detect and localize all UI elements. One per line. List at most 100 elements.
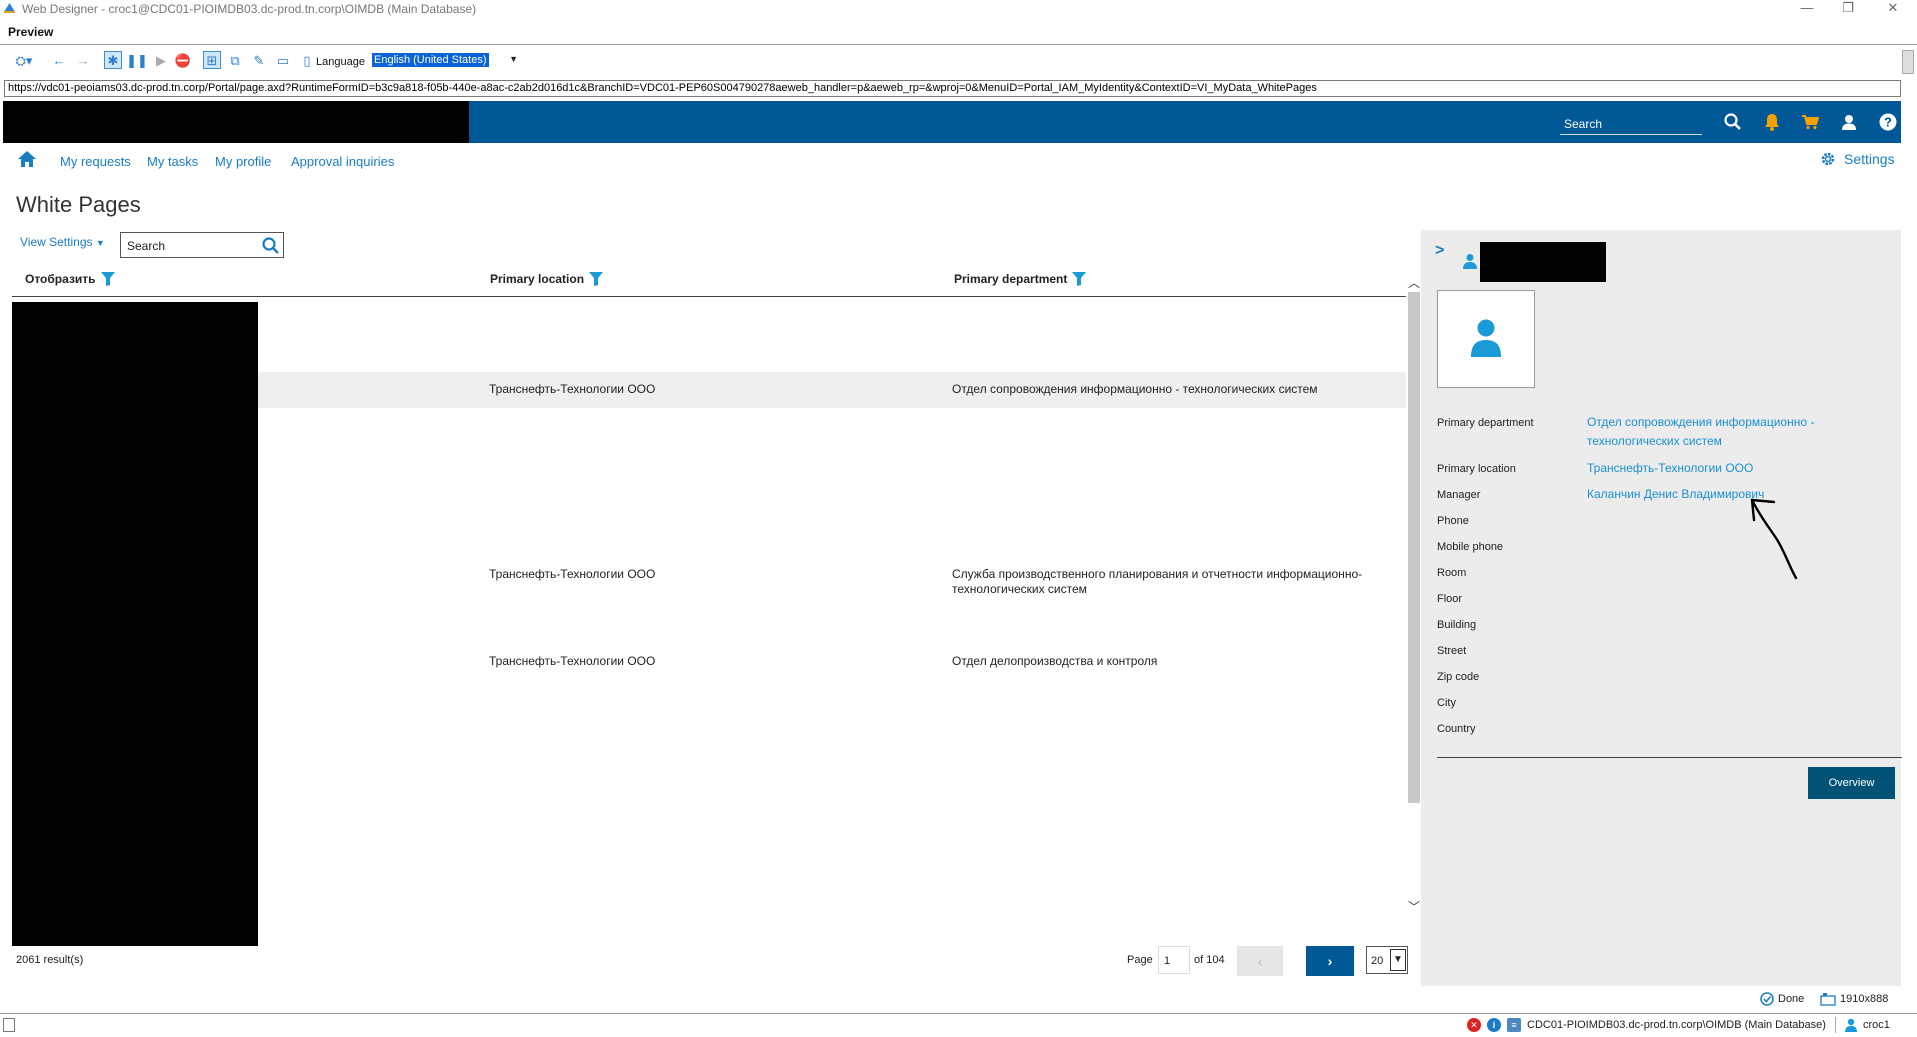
window-titlebar: Web Designer - croc1@CDC01-PIOIMDB03.dc-…	[0, 0, 1917, 18]
value-primary-location[interactable]: Транснефть-Технологии ООО	[1587, 459, 1753, 478]
inspect-icon[interactable]: ⧉	[226, 51, 244, 69]
bell-icon[interactable]	[1761, 111, 1783, 133]
info-icon[interactable]: i	[1487, 1018, 1501, 1032]
settings-label: Settings	[1844, 151, 1895, 167]
minimize-button[interactable]: —	[1792, 0, 1822, 18]
label-building: Building	[1437, 619, 1477, 631]
panel-divider	[1437, 757, 1902, 758]
column-label: Primary location	[490, 272, 585, 286]
restore-button[interactable]: ❐	[1833, 0, 1863, 18]
language-select[interactable]: English (United States) ▼	[372, 53, 518, 69]
label-mobile-phone: Mobile phone	[1437, 541, 1504, 553]
header-search-input[interactable]: Search	[1560, 111, 1702, 135]
nav-approval-inquiries[interactable]: Approval inquiries	[291, 154, 394, 169]
home-icon[interactable]	[17, 150, 37, 168]
next-page-button[interactable]: ›	[1306, 946, 1354, 976]
debug-icon[interactable]: ✱	[104, 51, 122, 69]
forward-icon[interactable]: →	[74, 51, 92, 69]
scroll-thumb[interactable]	[1408, 292, 1420, 803]
grid-scrollbar[interactable]: ︿ ﹀	[1407, 272, 1421, 916]
browser-menu-icon[interactable]: ⛭▾	[10, 51, 38, 69]
collapse-panel-icon[interactable]: >	[1435, 242, 1444, 260]
table-cell-department[interactable]: Отдел делопроизводства и контроля	[952, 654, 1392, 669]
value-primary-department[interactable]: Отдел сопровождения информационно - техн…	[1587, 413, 1837, 451]
document-icon	[3, 1018, 15, 1032]
table-cell-location[interactable]: Транснефть-Технологии ООО	[489, 382, 655, 397]
cart-icon[interactable]	[1799, 111, 1821, 133]
desktop-icon[interactable]: ▭	[274, 51, 292, 69]
caret-down-icon: ▼	[95, 238, 105, 248]
page-title: White Pages	[16, 192, 141, 217]
pause-icon[interactable]: ❚❚	[126, 51, 148, 69]
close-button[interactable]: ✕	[1878, 0, 1908, 18]
search-icon[interactable]	[1722, 111, 1744, 133]
divider	[1834, 1017, 1836, 1033]
page-number-input[interactable]: 1	[1158, 946, 1190, 974]
nav-my-tasks[interactable]: My tasks	[147, 154, 198, 169]
filter-icon[interactable]	[100, 272, 115, 286]
scroll-up-icon[interactable]: ︿	[1407, 274, 1421, 290]
error-icon[interactable]: ✕	[1467, 1018, 1481, 1032]
status-done: Done	[1760, 992, 1804, 1006]
chevron-down-icon: ▼	[1390, 949, 1406, 971]
connection-label: CDC01-PIOIMDB03.dc-prod.tn.corp\OIMDB (M…	[1527, 1019, 1826, 1031]
column-header-location[interactable]: Primary location	[490, 272, 604, 286]
grid-search-input[interactable]: Search	[120, 232, 284, 258]
label-country: Country	[1437, 723, 1476, 735]
page-total: of 104	[1194, 954, 1225, 966]
page-size-value: 20	[1371, 955, 1384, 967]
redacted-logo	[3, 101, 469, 143]
search-placeholder: Search	[127, 239, 166, 253]
url-bar[interactable]: https://vdc01-peoiams03.dc-prod.tn.corp/…	[4, 80, 1901, 97]
status-done-label: Done	[1778, 993, 1805, 1005]
nav-my-requests[interactable]: My requests	[60, 154, 131, 169]
settings-link[interactable]: Settings	[1820, 151, 1895, 167]
dropdown-arrow-icon: ▼	[509, 54, 518, 64]
page-size-select[interactable]: 20 ▼	[1366, 946, 1408, 974]
column-label: Отобразить	[25, 272, 96, 286]
label-manager: Manager	[1437, 489, 1481, 501]
label-floor: Floor	[1437, 593, 1463, 605]
column-header-department[interactable]: Primary department	[954, 272, 1087, 286]
table-cell-location[interactable]: Транснефть-Технологии ООО	[489, 654, 655, 669]
table-cell-location[interactable]: Транснефть-Технологии ООО	[489, 567, 655, 582]
back-icon[interactable]: ←	[50, 51, 68, 69]
scroll-down-icon[interactable]: ﹀	[1407, 898, 1421, 914]
label-primary-department: Primary department	[1437, 417, 1534, 429]
status-bar-right: ✕ i ≡ CDC01-PIOIMDB03.dc-prod.tn.corp\OI…	[1467, 1017, 1890, 1033]
user-label: croc1	[1862, 1019, 1890, 1031]
select-element-icon[interactable]: ⊞	[203, 51, 221, 69]
mobile-icon[interactable]: ▯	[298, 51, 316, 69]
user-icon	[1844, 1018, 1857, 1032]
overview-button[interactable]: Overview	[1808, 767, 1895, 799]
edit-icon[interactable]: ✎	[250, 51, 268, 69]
header-divider	[12, 296, 1406, 297]
app-icon	[4, 3, 15, 13]
value-manager[interactable]: Каланчин Денис Владимирович	[1587, 485, 1764, 504]
divider	[0, 44, 1917, 45]
help-icon[interactable]: ?	[1877, 111, 1899, 133]
table-cell-department[interactable]: Служба производственного планирования и …	[952, 567, 1372, 597]
toolbar-scrollbar[interactable]	[1902, 50, 1914, 74]
person-icon	[1471, 319, 1501, 357]
view-settings-label: View Settings	[20, 235, 93, 249]
filter-icon[interactable]	[589, 272, 604, 286]
table-cell-department[interactable]: Отдел сопровождения информационно - техн…	[952, 382, 1392, 397]
search-icon[interactable]	[261, 236, 281, 256]
label-street: Street	[1437, 645, 1467, 657]
label-primary-location: Primary location	[1437, 463, 1516, 475]
column-header-display[interactable]: Отобразить	[25, 272, 115, 286]
stop-icon[interactable]: ⛔	[174, 51, 192, 69]
previous-page-button[interactable]: ‹	[1237, 946, 1283, 976]
avatar	[1437, 290, 1535, 388]
nav-my-profile[interactable]: My profile	[215, 154, 271, 169]
column-label: Primary department	[954, 272, 1068, 286]
play-icon[interactable]: ▶	[152, 51, 170, 69]
label-city: City	[1437, 697, 1456, 709]
resolution-icon	[1820, 993, 1836, 1006]
user-icon[interactable]	[1838, 111, 1860, 133]
results-count: 2061 result(s)	[16, 954, 84, 966]
filter-icon[interactable]	[1072, 272, 1087, 286]
label-phone: Phone	[1437, 515, 1469, 527]
view-settings-dropdown[interactable]: View Settings ▼	[20, 235, 105, 249]
